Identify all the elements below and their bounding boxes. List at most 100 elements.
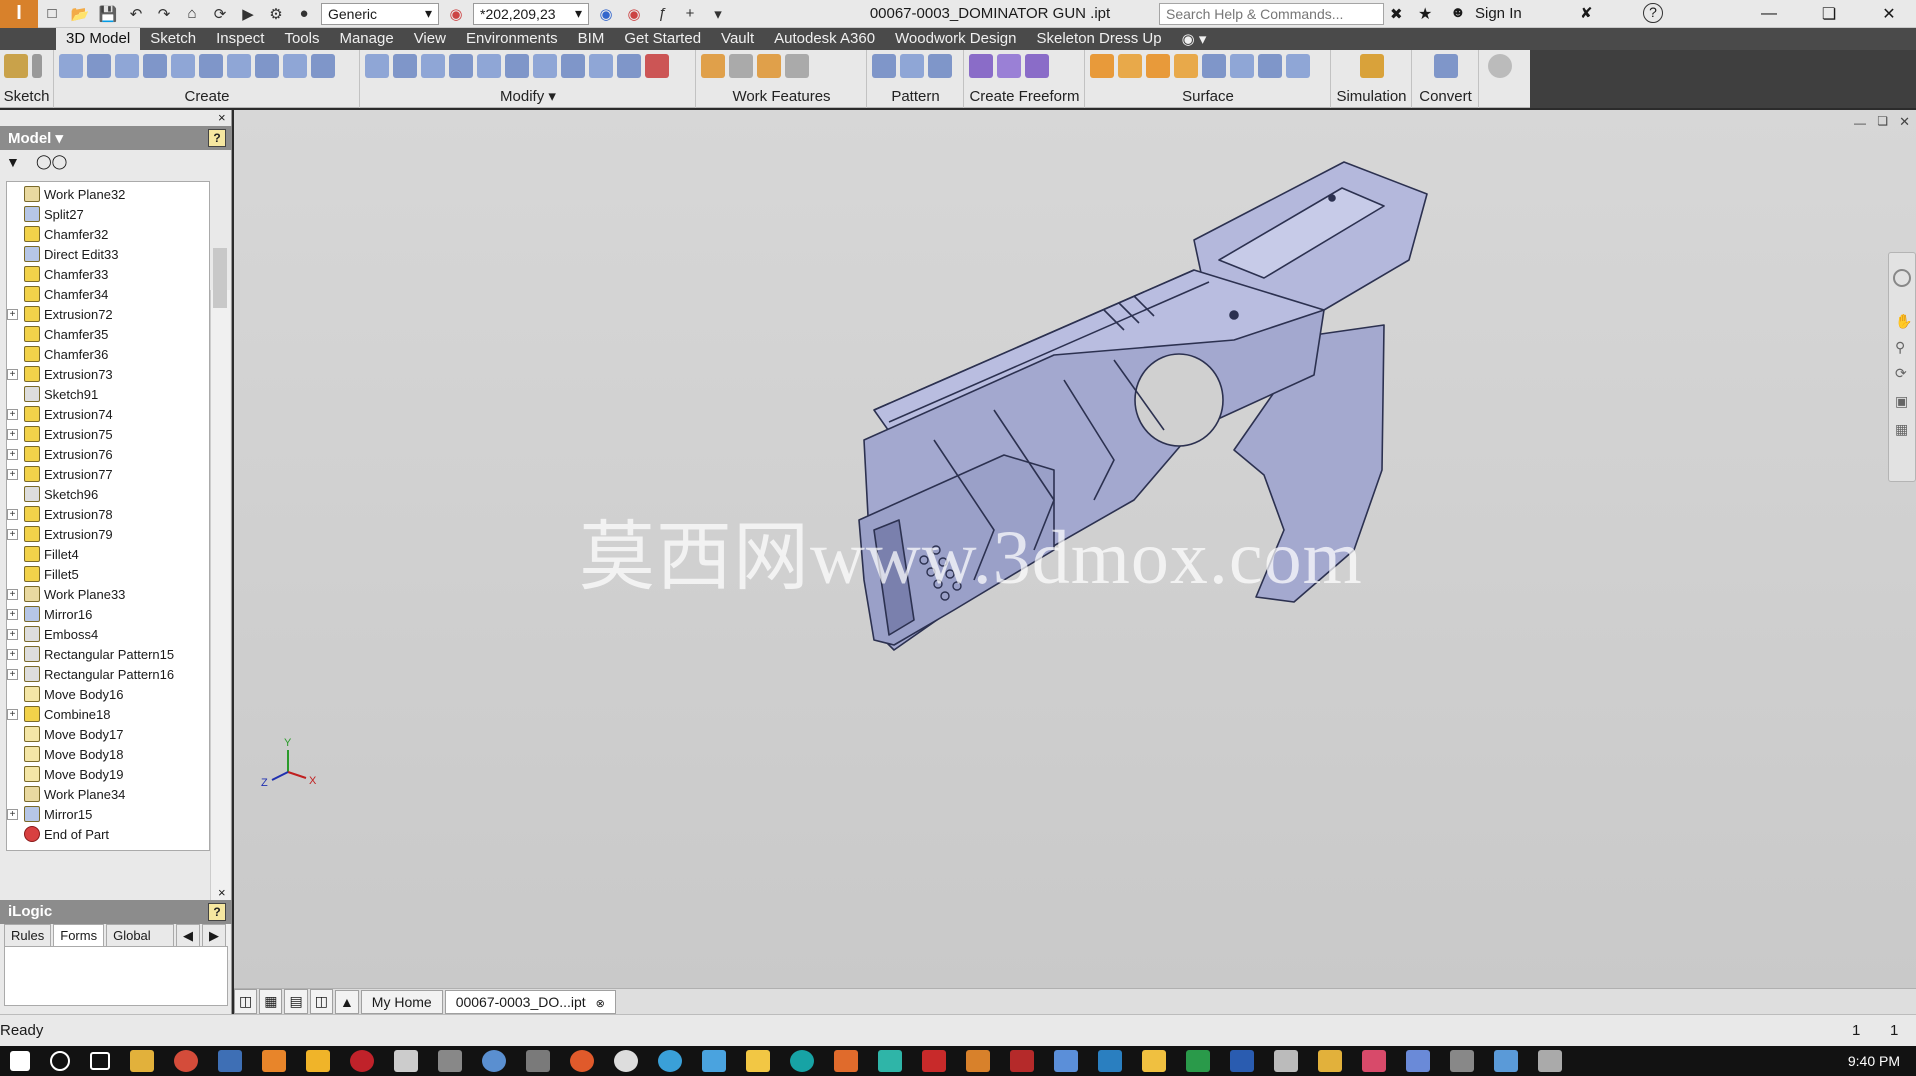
- chevron-down-icon[interactable]: [32, 54, 42, 78]
- work-point-icon[interactable]: [757, 54, 781, 78]
- app-icon[interactable]: [878, 1050, 902, 1072]
- browser-tree-row[interactable]: Fillet4: [7, 544, 209, 564]
- taskbar-clock[interactable]: 9:40 PM: [1848, 1053, 1900, 1069]
- extend-icon[interactable]: [1202, 54, 1226, 78]
- customize-chevron-icon[interactable]: ▾: [707, 3, 729, 25]
- browser-tree-row[interactable]: Move Body16: [7, 684, 209, 704]
- sign-in-link[interactable]: Sign In: [1475, 5, 1522, 22]
- freeform-box-icon[interactable]: [969, 54, 993, 78]
- exchange-icon[interactable]: ✘: [1580, 4, 1593, 22]
- sweep-icon[interactable]: [115, 54, 139, 78]
- expand-plus-icon[interactable]: +: [7, 588, 18, 600]
- expand-plus-icon[interactable]: +: [7, 408, 18, 420]
- browser-tree-row[interactable]: + Emboss4: [7, 624, 209, 644]
- browser-tree-row[interactable]: + Extrusion76: [7, 444, 209, 464]
- browser-tree-row[interactable]: Sketch96: [7, 484, 209, 504]
- browser-tree-row[interactable]: + Extrusion77: [7, 464, 209, 484]
- tab-manage[interactable]: Manage: [329, 28, 403, 50]
- browser-close-icon[interactable]: ×: [218, 110, 226, 125]
- app-icon[interactable]: [746, 1050, 770, 1072]
- sculpt-icon[interactable]: [1118, 54, 1142, 78]
- app-icon[interactable]: [1098, 1050, 1122, 1072]
- work-plane-icon[interactable]: [701, 54, 725, 78]
- work-axis-icon[interactable]: [729, 54, 753, 78]
- zoom-icon[interactable]: ⚲: [1895, 339, 1905, 356]
- thicken-icon[interactable]: [561, 54, 585, 78]
- panel-label-modify[interactable]: Modify ▾: [361, 87, 695, 105]
- pan-icon[interactable]: ✋: [1895, 313, 1912, 330]
- app-icon[interactable]: [1494, 1050, 1518, 1072]
- expand-plus-icon[interactable]: +: [7, 708, 18, 720]
- record-icon[interactable]: [350, 1050, 374, 1072]
- browser-tree-row[interactable]: Chamfer34: [7, 284, 209, 304]
- ilogic-help-icon[interactable]: ?: [208, 903, 226, 921]
- browser-tree-row[interactable]: Sketch91: [7, 384, 209, 404]
- derive-icon[interactable]: [255, 54, 279, 78]
- add-icon[interactable]: +: [679, 3, 701, 25]
- delete-face-icon[interactable]: [645, 54, 669, 78]
- app-icon[interactable]: [834, 1050, 858, 1072]
- search-icon[interactable]: [50, 1051, 70, 1071]
- browser-tree-row[interactable]: + Mirror16: [7, 604, 209, 624]
- combine-icon[interactable]: [533, 54, 557, 78]
- inventor-app-button[interactable]: I: [0, 0, 38, 28]
- look-at-icon[interactable]: ▣: [1895, 393, 1908, 410]
- restore-button[interactable]: ❏: [1806, 0, 1852, 28]
- stitch-icon[interactable]: [1090, 54, 1114, 78]
- extrude-icon[interactable]: [59, 54, 83, 78]
- browser-tree-row[interactable]: + Extrusion78: [7, 504, 209, 524]
- word-icon[interactable]: [1230, 1050, 1254, 1072]
- browser-vertical-scrollbar[interactable]: ▲ ▼: [210, 248, 230, 960]
- star-icon[interactable]: ★: [1418, 4, 1432, 24]
- tab-autodesk-a360[interactable]: Autodesk A360: [764, 28, 885, 50]
- acrobat-icon[interactable]: [922, 1050, 946, 1072]
- tray-network-icon[interactable]: [1538, 1050, 1562, 1072]
- help-icon[interactable]: ?: [1643, 3, 1663, 23]
- browser-tree-row[interactable]: + Combine18: [7, 704, 209, 724]
- find-binoculars-icon[interactable]: ◯◯: [36, 153, 67, 170]
- parameters-icon[interactable]: ⚙: [265, 3, 287, 25]
- expand-plus-icon[interactable]: +: [7, 648, 18, 660]
- adjust-appearance-icon[interactable]: ◉: [623, 3, 645, 25]
- browser-tree-row[interactable]: Split27: [7, 204, 209, 224]
- browser-tree-row[interactable]: Move Body17: [7, 724, 209, 744]
- calculator-icon[interactable]: [394, 1050, 418, 1072]
- fillet-icon[interactable]: [393, 54, 417, 78]
- freeform-face-icon[interactable]: [997, 54, 1021, 78]
- tile-icon[interactable]: ▦: [259, 989, 283, 1014]
- tab-sketch[interactable]: Sketch: [140, 28, 206, 50]
- arduino-icon[interactable]: [790, 1050, 814, 1072]
- material-sphere-icon[interactable]: ●: [293, 3, 315, 25]
- revolve-icon[interactable]: [87, 54, 111, 78]
- expand-plus-icon[interactable]: +: [7, 808, 18, 820]
- camera-icon[interactable]: ◉ ▾: [1172, 28, 1217, 50]
- tab-environments[interactable]: Environments: [456, 28, 568, 50]
- save-icon[interactable]: 💾: [97, 3, 119, 25]
- direct-edit-icon[interactable]: [617, 54, 641, 78]
- app-icon[interactable]: [1406, 1050, 1430, 1072]
- minimize-button[interactable]: —: [1746, 0, 1792, 28]
- shell-icon[interactable]: [449, 54, 473, 78]
- app-icon[interactable]: [1142, 1050, 1166, 1072]
- task-view-icon[interactable]: [90, 1052, 110, 1070]
- browser-tree-row[interactable]: + Extrusion79: [7, 524, 209, 544]
- patch-icon[interactable]: [1146, 54, 1170, 78]
- app-icon[interactable]: [1450, 1050, 1474, 1072]
- browser-tree-row[interactable]: Chamfer36: [7, 344, 209, 364]
- browser-tree-row[interactable]: + Rectangular Pattern16: [7, 664, 209, 684]
- folder-icon[interactable]: [1318, 1050, 1342, 1072]
- search-input[interactable]: Search Help & Commands...: [1159, 3, 1384, 25]
- color-override-dropdown[interactable]: *202,209,23 ▾: [473, 2, 589, 25]
- scrollbar-thumb[interactable]: [213, 248, 227, 308]
- expand-plus-icon[interactable]: +: [7, 368, 18, 380]
- ucs-icon[interactable]: [785, 54, 809, 78]
- browser-tree-row[interactable]: + Work Plane33: [7, 584, 209, 604]
- appearance-dropdown[interactable]: Generic ▾: [321, 2, 439, 25]
- browser-tree-row[interactable]: Move Body18: [7, 744, 209, 764]
- replace-face-icon[interactable]: [1230, 54, 1254, 78]
- convert-to-sheet-metal-icon[interactable]: [1434, 54, 1458, 78]
- browser-tree-row[interactable]: Chamfer32: [7, 224, 209, 244]
- tile-horizontal-icon[interactable]: ▤: [284, 989, 308, 1014]
- browser-tree-row[interactable]: + Rectangular Pattern15: [7, 644, 209, 664]
- expand-plus-icon[interactable]: +: [7, 628, 18, 640]
